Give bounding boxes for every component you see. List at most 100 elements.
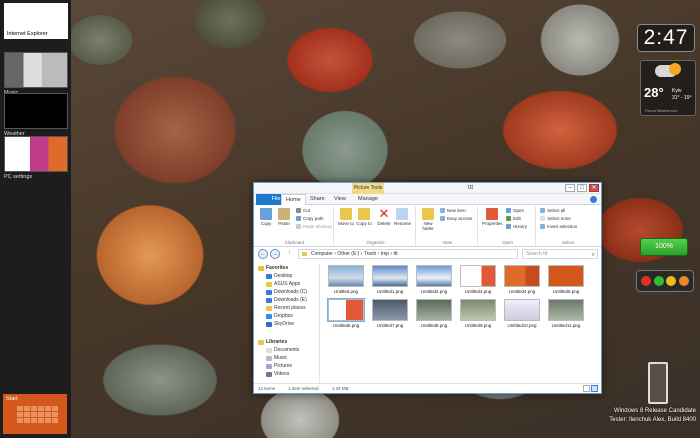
copy-button[interactable]: Copy [258, 208, 274, 226]
cut-label: Cut [303, 208, 311, 213]
file-item[interactable]: Untitled10.png [502, 299, 542, 328]
properties-label: Properties [482, 221, 503, 226]
paste-button[interactable]: Paste [276, 208, 292, 226]
nav-item-pictures[interactable]: Pictures [266, 363, 292, 369]
maximize-button[interactable]: □ [577, 184, 587, 192]
paste-shortcut-button[interactable]: Paste shortcut [296, 224, 332, 229]
tab-manage[interactable]: Manage [354, 194, 382, 205]
nav-item-desktop[interactable]: Desktop [266, 273, 292, 279]
move-to-button[interactable]: Move to [338, 208, 354, 226]
start-tile[interactable]: Start [3, 394, 67, 434]
rename-button[interactable]: Rename [394, 208, 411, 226]
select-none-button[interactable]: Select none [540, 216, 571, 221]
up-button[interactable]: ↑ [284, 249, 294, 259]
edit-button[interactable]: Edit [506, 216, 521, 221]
cut-button[interactable]: Cut [296, 208, 310, 213]
easy-access-button[interactable]: Easy access [440, 216, 472, 221]
file-thumbnail [504, 265, 540, 287]
file-thumbnail [504, 299, 540, 321]
group-label: Open [501, 240, 513, 245]
open-button[interactable]: Open [506, 208, 524, 213]
file-thumbnail [327, 298, 365, 322]
close-button[interactable]: ✕ [589, 184, 599, 192]
copy-path-label: Copy path [303, 216, 324, 221]
title-bar[interactable]: Picture Tools ttt – □ ✕ [254, 183, 601, 194]
nav-item-downloads-e[interactable]: Downloads (E) [266, 297, 307, 303]
history-button[interactable]: History [506, 224, 527, 229]
search-input[interactable]: Search ttt ⌕ [522, 249, 598, 259]
group-label: Select [561, 240, 575, 245]
file-item[interactable]: Untitled11.png [546, 299, 586, 328]
invert-selection-button[interactable]: Invert selection [540, 224, 577, 229]
file-item[interactable]: Untitled4.png [502, 265, 542, 294]
address-bar[interactable]: Computer › Other (E:) › Trash › tmp › tt… [298, 249, 518, 259]
lock-icon[interactable] [678, 276, 689, 286]
nav-label: Dropbox [274, 313, 293, 319]
app-switcher: Internet Explorer Music Weather PC setti… [0, 0, 71, 438]
nav-label: Favorites [266, 265, 289, 271]
sleep-icon[interactable] [666, 276, 677, 286]
file-name: Untitled10.png [507, 323, 537, 328]
file-item[interactable]: Untitled.png [326, 265, 366, 294]
nav-label: Music [274, 355, 288, 361]
nav-item-recent-places[interactable]: Recent places [266, 305, 306, 311]
file-item[interactable]: Untitled9.png [458, 299, 498, 328]
shutdown-icon[interactable] [641, 276, 652, 286]
rename-icon [396, 208, 408, 220]
nav-item-videos[interactable]: Videos [266, 371, 289, 377]
sun-icon [669, 63, 681, 75]
recycle-bin-icon[interactable] [648, 362, 668, 404]
details-view-icon[interactable] [583, 385, 590, 392]
file-item[interactable]: Untitled8.png [414, 299, 454, 328]
forward-button[interactable]: → [270, 249, 280, 259]
help-icon[interactable] [590, 196, 597, 203]
file-thumbnail [416, 299, 452, 321]
large-icons-view-icon[interactable] [591, 385, 598, 392]
switcher-item-internet-explorer[interactable]: Internet Explorer [4, 3, 68, 39]
nav-label: Libraries [266, 339, 288, 345]
navigation-pane: Favorites Desktop ASUS Apps Downloads (C… [254, 263, 320, 383]
file-item[interactable]: Untitled3.png [458, 265, 498, 294]
copy-to-icon [358, 208, 370, 220]
file-thumbnail [460, 265, 496, 287]
nav-item-music[interactable]: Music [266, 355, 287, 361]
group-label: New [442, 240, 452, 245]
properties-button[interactable]: Properties [482, 208, 503, 226]
nav-item-dropbox[interactable]: Dropbox [266, 313, 293, 319]
paste-label: Paste [278, 221, 290, 226]
minimize-button[interactable]: – [565, 184, 575, 192]
nav-favorites[interactable]: Favorites [258, 265, 288, 271]
view-switcher [583, 385, 598, 392]
nav-libraries[interactable]: Libraries [258, 339, 287, 345]
nav-item-documents[interactable]: Documents [266, 347, 299, 353]
new-item-button[interactable]: New item [440, 208, 466, 213]
nav-item-downloads-c[interactable]: Downloads (C) [266, 289, 307, 295]
copy-path-button[interactable]: Copy path [296, 216, 324, 221]
new-folder-button[interactable]: New folder [420, 208, 436, 231]
file-item[interactable]: Untitled5.png [546, 265, 586, 294]
videos-icon [266, 371, 272, 377]
nav-item-asus-apps[interactable]: ASUS Apps [266, 281, 300, 287]
file-item[interactable]: Untitled7.png [370, 299, 410, 328]
tab-share[interactable]: Share [306, 194, 329, 205]
back-button[interactable]: ← [258, 249, 268, 259]
file-item[interactable]: Untitled6.png [326, 298, 366, 328]
file-item[interactable]: Untitled1.png [370, 265, 410, 294]
delete-button[interactable]: ✕ Delete [376, 207, 392, 226]
restart-icon[interactable] [653, 276, 664, 286]
status-bar: 12 items 1 item selected 1.25 MB [254, 383, 601, 393]
weather-gadget[interactable]: 28° Kyiv 31° - 19° Foreca Weather.com [640, 60, 696, 116]
nav-item-skydrive[interactable]: SkyDrive [266, 321, 294, 327]
edit-icon [506, 216, 511, 221]
easy-access-icon [440, 216, 445, 221]
switcher-item-weather[interactable]: Weather [4, 93, 68, 137]
switcher-item-music[interactable]: Music [4, 52, 68, 96]
select-all-button[interactable]: Select all [540, 208, 565, 213]
history-label: History [513, 224, 528, 229]
file-name: Untitled3.png [464, 289, 492, 294]
file-item[interactable]: Untitled2.png [414, 265, 454, 294]
copy-to-button[interactable]: Copy to [356, 208, 372, 226]
tab-view[interactable]: View [330, 194, 350, 205]
switcher-item-pc-settings[interactable]: PC settings [4, 136, 68, 180]
downloads-icon [266, 297, 272, 303]
